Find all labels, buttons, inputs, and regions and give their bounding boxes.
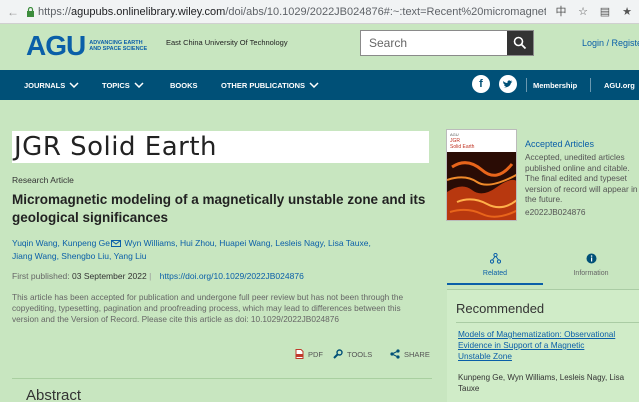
accepted-notice: This article has been accepted for publi… [12, 292, 404, 324]
chevron-down-icon [134, 80, 144, 90]
nav-books-label: BOOKS [170, 80, 198, 90]
cover-header: AGU JGR Solid Earth [447, 130, 516, 152]
author-link[interactable]: Lesleis Nagy, [275, 238, 325, 248]
agu-logo[interactable]: AGU ADVANCING EARTH AND SPACE SCIENCE [26, 32, 149, 60]
nav-journals-label: JOURNALS [24, 80, 66, 90]
cover-image [447, 152, 516, 220]
tab-related[interactable]: Related [447, 253, 543, 285]
recommended-article-link[interactable]: Models of Maghematization: Observational… [458, 329, 618, 362]
nav-books[interactable]: BOOKS [170, 70, 198, 100]
nav-topics-label: TOPICS [102, 80, 130, 90]
author-link[interactable]: Hui Zhou, [180, 238, 217, 248]
recommended-panel: Recommended Models of Maghematization: O… [447, 289, 639, 402]
author-link[interactable]: Huapei Wang, [219, 238, 273, 248]
tab-information[interactable]: Information [543, 253, 639, 285]
browser-toolbar: ← https://agupubs.onlinelibrary.wiley.co… [0, 0, 639, 24]
nav-journals[interactable]: JOURNALS [24, 70, 79, 100]
cover-publisher: AGU [450, 132, 459, 137]
author-link[interactable]: Kunpeng Ge [62, 238, 110, 248]
membership-label: Membership [533, 80, 578, 90]
journal-banner[interactable]: JGR Solid Earth [12, 131, 429, 163]
search-button[interactable] [507, 31, 533, 55]
journal-name: JGR Solid Earth [14, 132, 217, 162]
accepted-description: Accepted, unedited articles published on… [525, 152, 638, 204]
accepted-articles-link[interactable]: Accepted Articles [525, 139, 594, 149]
url-protocol: https:// [38, 5, 72, 18]
related-icon [489, 253, 501, 264]
nav-divider [526, 78, 527, 92]
tools-label: TOOLS [347, 349, 373, 359]
pdf-button[interactable]: PDF [295, 348, 323, 360]
facebook-icon[interactable]: f [472, 75, 490, 93]
nav-other-label: OTHER PUBLICATIONS [221, 80, 306, 90]
nav-divider [590, 78, 591, 92]
pdf-icon [295, 349, 304, 359]
share-icon [390, 349, 400, 359]
abstract-heading: Abstract [26, 387, 82, 402]
logo-text: AGU [26, 30, 86, 61]
publication-info: First published: 03 September 2022 | htt… [12, 271, 304, 281]
info-icon [586, 253, 596, 264]
back-icon[interactable]: ← [4, 3, 22, 21]
nav-topics[interactable]: TOPICS [102, 70, 144, 100]
nav-other-publications[interactable]: OTHER PUBLICATIONS [221, 70, 319, 100]
nav-agu-org[interactable]: AGU.org [604, 70, 635, 100]
article-code: e2022JB024876 [525, 207, 586, 217]
twitter-icon[interactable] [499, 75, 517, 93]
recommended-heading: Recommended [456, 301, 545, 316]
search-box [360, 30, 534, 56]
article-title: Micromagnetic modeling of a magnetically… [12, 192, 426, 225]
divider [456, 322, 639, 323]
author-link[interactable]: Wyn Williams, [124, 238, 177, 248]
mail-icon[interactable] [111, 240, 121, 248]
doi-link[interactable]: https://doi.org/10.1029/2022JB024876 [160, 271, 304, 281]
cover-title: JGR Solid Earth [450, 138, 474, 150]
cover-title-line2: Solid Earth [450, 144, 475, 150]
tab-information-label: Information [573, 270, 609, 277]
tabs-icon[interactable]: ▤ [597, 3, 613, 19]
collections-icon[interactable]: ★ [619, 3, 635, 19]
share-button[interactable]: SHARE [390, 348, 430, 360]
author-list: Yuqin Wang, Kunpeng Ge Wyn Williams, Hui… [12, 237, 432, 263]
lock-icon [26, 6, 35, 18]
main-nav: JOURNALS TOPICS BOOKS OTHER PUBLICATIONS… [0, 70, 639, 100]
chevron-down-icon [309, 80, 319, 90]
url-host: agupubs.onlinelibrary.wiley.com [71, 5, 226, 18]
share-label: SHARE [404, 349, 430, 359]
tools-button[interactable]: TOOLS [332, 348, 372, 360]
journal-cover[interactable]: AGU JGR Solid Earth [446, 129, 517, 221]
star-icon[interactable]: ☆ [575, 3, 591, 19]
agu-org-label: AGU.org [604, 80, 635, 90]
site-header: AGU ADVANCING EARTH AND SPACE SCIENCE Ea… [0, 24, 639, 70]
separator: | [149, 271, 152, 281]
sidebar-tabs: Related Information [447, 253, 639, 285]
wrench-icon [332, 348, 343, 360]
article-type: Research Article [12, 175, 74, 185]
abstract-section: Abstract [12, 378, 432, 402]
tab-related-label: Related [482, 270, 508, 277]
search-icon [513, 36, 527, 50]
author-link[interactable]: Yuqin Wang, [12, 238, 60, 248]
url-path: /doi/abs/10.1029/2022JB024876#:~:text=Re… [225, 5, 546, 18]
chevron-down-icon [69, 80, 79, 90]
address-bar[interactable]: https://agupubs.onlinelibrary.wiley.com /… [26, 2, 546, 22]
first-published-date: 03 September 2022 [72, 271, 147, 281]
nav-membership[interactable]: Membership [533, 70, 577, 100]
recommended-article-authors: Kunpeng Ge, Wyn Williams, Lesleis Nagy, … [458, 373, 625, 393]
first-published-label: First published: [12, 271, 70, 281]
institution-name: East China University Of Technology [166, 38, 288, 47]
author-link[interactable]: Lisa Tauxe, [328, 238, 371, 248]
pdf-label: PDF [308, 349, 323, 359]
author-link[interactable]: Jiang Wang, Shengbo Liu, Yang Liu [12, 251, 147, 261]
login-link[interactable]: Login / Registe [582, 38, 639, 48]
logo-subtitle: ADVANCING EARTH AND SPACE SCIENCE [89, 39, 148, 53]
search-input[interactable] [361, 31, 507, 55]
translate-icon[interactable]: 中 [553, 3, 569, 19]
